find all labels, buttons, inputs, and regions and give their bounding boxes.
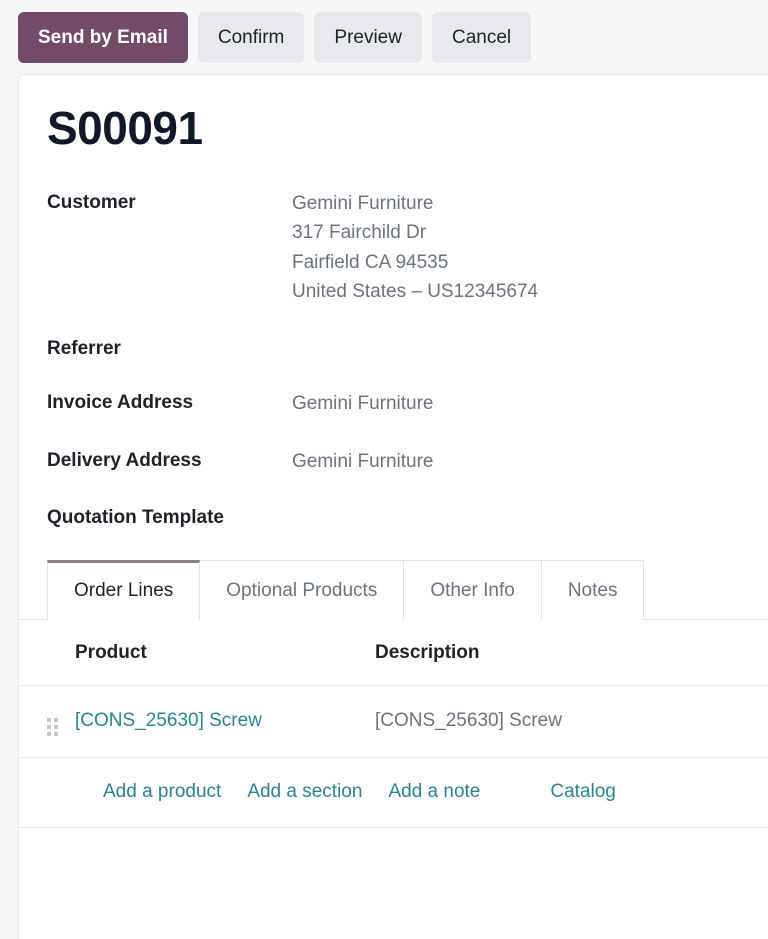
customer-street: 317 Fairchild Dr (292, 218, 768, 247)
table-row[interactable]: [CONS_25630] Screw [CONS_25630] Screw (19, 685, 768, 757)
send-by-email-button[interactable]: Send by Email (18, 12, 188, 63)
customer-country-vat: United States – US12345674 (292, 277, 768, 306)
confirm-button[interactable]: Confirm (198, 12, 305, 63)
add-a-note-link[interactable]: Add a note (388, 781, 480, 803)
row-description-cell[interactable]: [CONS_25630] Screw (375, 685, 768, 757)
field-customer-label: Customer (47, 189, 292, 216)
field-referrer-label: Referrer (47, 335, 292, 362)
column-product: Product (75, 620, 375, 686)
field-delivery-address: Delivery Address Gemini Furniture (47, 447, 768, 476)
control-panel: Send by Email Confirm Preview Cancel (0, 0, 768, 74)
order-lines-table-head: Product Description (19, 620, 768, 686)
form-sheet-wrapper: S00091 Customer Gemini Furniture 317 Fai… (0, 74, 768, 939)
column-handle (19, 620, 75, 686)
order-lines-actions: Add a product Add a section Add a note C… (19, 758, 768, 828)
add-a-section-link[interactable]: Add a section (247, 781, 362, 803)
notebook-tab-bar: Order Lines Optional Products Other Info… (19, 559, 768, 620)
table-header-row: Product Description (19, 620, 768, 686)
field-invoice-address-value[interactable]: Gemini Furniture (292, 389, 768, 418)
field-quotation-template-value[interactable] (292, 504, 768, 526)
field-invoice-address: Invoice Address Gemini Furniture (47, 389, 768, 418)
field-group: Customer Gemini Furniture 317 Fairchild … (47, 189, 768, 531)
field-customer-value[interactable]: Gemini Furniture 317 Fairchild Dr Fairfi… (292, 189, 768, 307)
field-quotation-template-label: Quotation Template (47, 504, 292, 531)
catalog-link[interactable]: Catalog (550, 781, 616, 803)
row-product-cell[interactable]: [CONS_25630] Screw (75, 685, 375, 757)
field-referrer-value[interactable] (292, 335, 768, 357)
drag-handle-icon[interactable] (47, 718, 58, 736)
preview-button[interactable]: Preview (314, 12, 422, 63)
field-customer: Customer Gemini Furniture 317 Fairchild … (47, 189, 768, 307)
field-referrer: Referrer (47, 335, 768, 362)
tab-order-lines[interactable]: Order Lines (47, 560, 200, 620)
cancel-button[interactable]: Cancel (432, 12, 531, 63)
row-handle-cell (19, 685, 75, 757)
tab-notes[interactable]: Notes (542, 560, 645, 620)
field-quotation-template: Quotation Template (47, 504, 768, 531)
customer-name: Gemini Furniture (292, 189, 768, 218)
field-invoice-address-label: Invoice Address (47, 389, 292, 416)
order-lines-table-body: [CONS_25630] Screw [CONS_25630] Screw (19, 685, 768, 757)
form-sheet: S00091 Customer Gemini Furniture 317 Fai… (18, 74, 768, 939)
field-delivery-address-value[interactable]: Gemini Furniture (292, 447, 768, 476)
customer-city-state-zip: Fairfield CA 94535 (292, 248, 768, 277)
notebook: Order Lines Optional Products Other Info… (47, 559, 768, 828)
tab-other-info[interactable]: Other Info (404, 560, 542, 620)
description-text: [CONS_25630] Screw (375, 710, 562, 731)
order-lines-table: Product Description [CONS_25630] Screw (19, 620, 768, 758)
product-link[interactable]: [CONS_25630] Screw (75, 710, 262, 731)
column-description: Description (375, 620, 768, 686)
page-title: S00091 (47, 105, 768, 151)
add-a-product-link[interactable]: Add a product (103, 781, 221, 803)
field-delivery-address-label: Delivery Address (47, 447, 292, 474)
tab-optional-products[interactable]: Optional Products (200, 560, 404, 620)
